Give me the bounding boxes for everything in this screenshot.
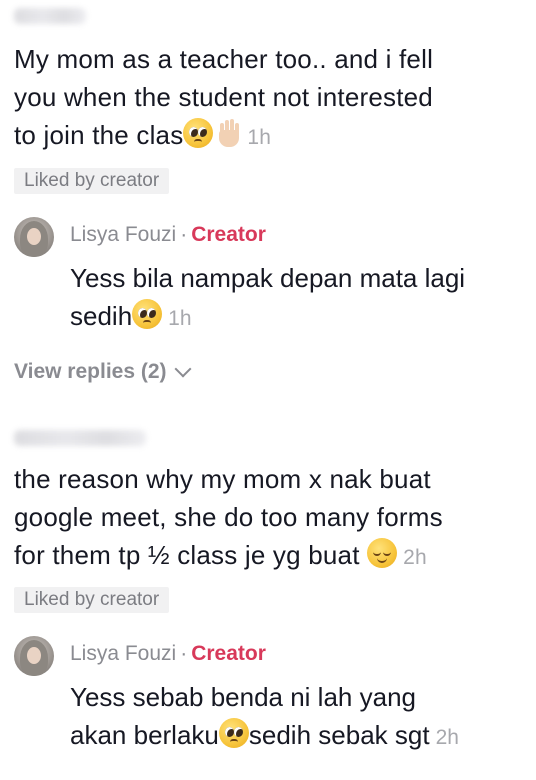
- reply-author-name[interactable]: Lisya Fouzi: [70, 223, 176, 246]
- comment-text[interactable]: the reason why my mom x nak buat google …: [14, 460, 524, 577]
- pleading-face-emoji-icon: [183, 118, 214, 148]
- reply-text[interactable]: Yess bila nampak depan mata lagi sedih 1h: [70, 259, 530, 338]
- chevron-down-icon: [174, 360, 192, 378]
- comment-line: for them tp ½ class je yg buat 2h: [14, 538, 427, 570]
- reply-timestamp: 1h: [168, 307, 192, 330]
- reply-line: akan berlaku sedih sebak sgt 2h: [70, 718, 459, 750]
- view-replies-button[interactable]: View replies (2): [14, 358, 192, 386]
- reply-line: Yess sebab benda ni lah yang: [70, 682, 416, 712]
- comment-line: you when the student not interested: [14, 82, 433, 112]
- comment-line: to join the clas 1h: [14, 118, 272, 150]
- creator-tag: Creator: [191, 223, 266, 246]
- separator-dot: ·: [180, 223, 188, 246]
- reply-line: sedih 1h: [70, 299, 192, 331]
- separator-dot: ·: [180, 642, 188, 665]
- reply-author-name[interactable]: Lisya Fouzi: [70, 642, 176, 665]
- avatar[interactable]: [14, 636, 54, 676]
- comment-line: My mom as a teacher too.. and i fell: [14, 44, 434, 74]
- liked-by-creator-badge: Liked by creator: [14, 587, 170, 613]
- reply-line: Yess bila nampak depan mata lagi: [70, 263, 466, 293]
- liked-by-creator-badge: Liked by creator: [14, 168, 170, 194]
- pleading-face-emoji-icon: [218, 718, 249, 748]
- reply-timestamp: 2h: [435, 726, 459, 749]
- reply-author: Lisya Fouzi · Creator: [70, 640, 266, 668]
- comment-line: google meet, she do too many forms: [14, 502, 443, 532]
- relieved-face-emoji-icon: [367, 538, 398, 568]
- comment-timestamp: 2h: [403, 546, 427, 569]
- creator-reply: Lisya Fouzi · Creator Yess bila nampak dep…: [14, 217, 524, 337]
- creator-reply: Lisya Fouzi · Creator Yess sebab benda ni …: [14, 636, 524, 766]
- blurred-username: [14, 8, 86, 24]
- raised-hand-emoji-icon: [217, 118, 241, 148]
- reply-text[interactable]: Yess sebab benda ni lah yang akan berlak…: [70, 678, 530, 757]
- reply-author: Lisya Fouzi · Creator: [70, 221, 266, 249]
- comment-line: the reason why my mom x nak buat: [14, 464, 431, 494]
- creator-tag: Creator: [191, 642, 266, 665]
- blurred-username: [14, 430, 146, 446]
- comment-timestamp: 1h: [247, 126, 272, 149]
- comment-text[interactable]: My mom as a teacher too.. and i fell you…: [14, 40, 524, 157]
- avatar[interactable]: [14, 217, 54, 257]
- view-replies-label: View replies (2): [14, 360, 167, 383]
- pleading-face-emoji-icon: [132, 299, 163, 329]
